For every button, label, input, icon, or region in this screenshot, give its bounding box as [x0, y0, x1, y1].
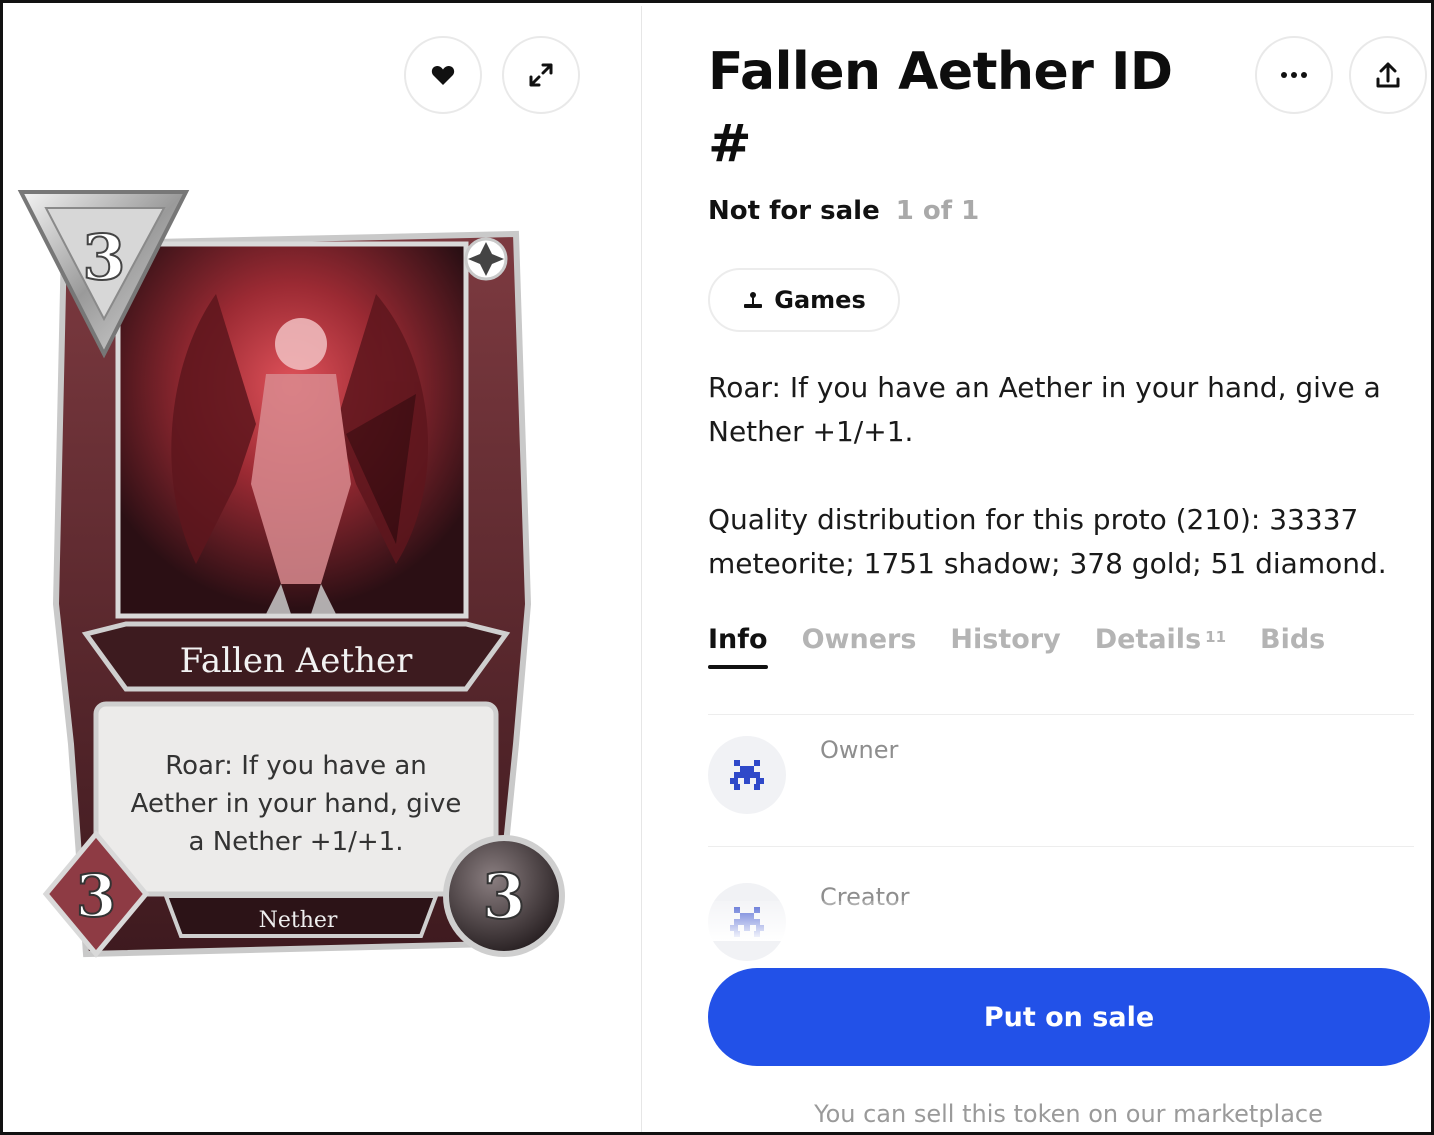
card-image: Fallen Aether Roar: If you have an Aethe… — [17, 190, 565, 958]
tab-details[interactable]: Details 11 — [1095, 624, 1226, 669]
description-quality: Quality distribution for this proto (210… — [708, 503, 1387, 580]
tab-bids-label: Bids — [1260, 624, 1326, 655]
tab-history[interactable]: History — [950, 624, 1060, 669]
item-description: Roar: If you have an Aether in your hand… — [708, 366, 1408, 586]
category-chip-games[interactable]: Games — [708, 268, 900, 332]
card-mana: 3 — [82, 221, 125, 294]
pixel-avatar-icon — [730, 760, 764, 790]
share-button[interactable] — [1349, 36, 1427, 114]
expand-button[interactable] — [502, 36, 580, 114]
card-effect-line-3: a Nether +1/+1. — [189, 827, 404, 857]
card-attack: 3 — [76, 862, 116, 930]
card-name: Fallen Aether — [180, 641, 413, 681]
put-on-sale-button[interactable]: Put on sale — [708, 968, 1430, 1066]
tab-owners-label: Owners — [801, 624, 917, 655]
more-icon — [1281, 72, 1307, 78]
share-icon — [1376, 62, 1400, 88]
tab-info[interactable]: Info — [708, 624, 768, 669]
category-label: Games — [774, 286, 866, 314]
tab-bar: Info Owners History Details 11 Bids — [708, 624, 1325, 669]
page: Fallen Aether Roar: If you have an Aethe… — [0, 0, 1434, 1135]
card-effect-line-2: Aether in your hand, give — [131, 789, 462, 819]
heart-icon — [431, 65, 455, 85]
expand-icon — [529, 63, 553, 87]
tabs-divider — [708, 714, 1414, 715]
sale-status: Not for sale — [708, 196, 880, 226]
people-divider — [708, 846, 1414, 847]
tab-info-label: Info — [708, 624, 768, 655]
scroll-fade — [643, 901, 1431, 941]
owner-row[interactable]: Owner — [708, 736, 1408, 826]
tab-bids[interactable]: Bids — [1260, 624, 1325, 669]
owner-label: Owner — [820, 736, 899, 764]
joystick-icon — [744, 292, 763, 308]
description-effect: Roar: If you have an Aether in your hand… — [708, 371, 1381, 448]
edition-count: 1 of 1 — [895, 196, 980, 226]
like-button[interactable] — [404, 36, 482, 114]
tab-details-count: 11 — [1205, 628, 1227, 646]
more-button[interactable] — [1255, 36, 1333, 114]
sell-note: You can sell this token on our marketpla… — [814, 1100, 1323, 1128]
tab-owners[interactable]: Owners — [802, 624, 917, 669]
card-health: 3 — [482, 860, 525, 933]
card-effect-line-1: Roar: If you have an — [165, 751, 427, 781]
owner-avatar[interactable] — [708, 736, 786, 814]
item-title: Fallen Aether ID # — [708, 42, 1173, 174]
media-panel: Fallen Aether Roar: If you have an Aethe… — [6, 6, 642, 1132]
details-panel: Fallen Aether ID # Not for sale 1 of 1 G… — [643, 6, 1431, 1132]
sale-info: Not for sale 1 of 1 — [708, 196, 979, 226]
tab-details-label: Details — [1094, 624, 1202, 655]
card-tribe: Nether — [259, 908, 338, 933]
tab-history-label: History — [950, 624, 1061, 655]
